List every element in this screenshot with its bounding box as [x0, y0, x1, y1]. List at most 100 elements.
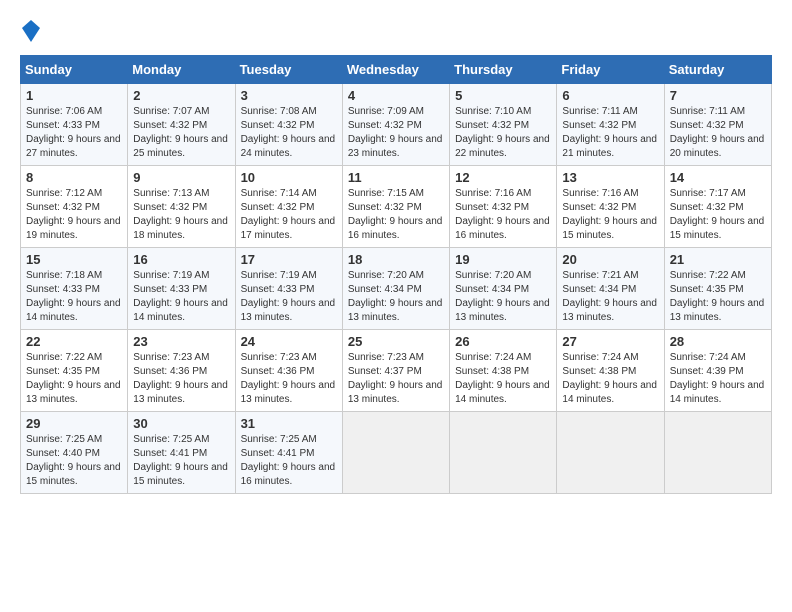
- calendar-row: 15 Sunrise: 7:18 AM Sunset: 4:33 PM Dayl…: [21, 248, 772, 330]
- calendar-cell: [342, 412, 449, 494]
- day-info: Sunrise: 7:23 AM Sunset: 4:37 PM Dayligh…: [348, 352, 443, 405]
- day-number: 7: [670, 88, 766, 103]
- calendar-cell: 28 Sunrise: 7:24 AM Sunset: 4:39 PM Dayl…: [664, 330, 771, 412]
- logo: [20, 20, 40, 47]
- calendar-header-cell: Saturday: [664, 56, 771, 84]
- day-number: 23: [133, 334, 229, 349]
- calendar-header-cell: Friday: [557, 56, 664, 84]
- day-info: Sunrise: 7:14 AM Sunset: 4:32 PM Dayligh…: [241, 188, 336, 241]
- day-number: 29: [26, 416, 122, 431]
- day-number: 15: [26, 252, 122, 267]
- day-number: 27: [562, 334, 658, 349]
- day-info: Sunrise: 7:15 AM Sunset: 4:32 PM Dayligh…: [348, 188, 443, 241]
- day-info: Sunrise: 7:17 AM Sunset: 4:32 PM Dayligh…: [670, 188, 765, 241]
- day-number: 5: [455, 88, 551, 103]
- calendar-cell: 1 Sunrise: 7:06 AM Sunset: 4:33 PM Dayli…: [21, 84, 128, 166]
- calendar-cell: 29 Sunrise: 7:25 AM Sunset: 4:40 PM Dayl…: [21, 412, 128, 494]
- day-number: 20: [562, 252, 658, 267]
- header: [20, 16, 772, 47]
- calendar-row: 1 Sunrise: 7:06 AM Sunset: 4:33 PM Dayli…: [21, 84, 772, 166]
- calendar-cell: 7 Sunrise: 7:11 AM Sunset: 4:32 PM Dayli…: [664, 84, 771, 166]
- day-info: Sunrise: 7:20 AM Sunset: 4:34 PM Dayligh…: [348, 270, 443, 323]
- day-number: 22: [26, 334, 122, 349]
- day-info: Sunrise: 7:11 AM Sunset: 4:32 PM Dayligh…: [670, 106, 765, 159]
- day-number: 26: [455, 334, 551, 349]
- calendar-cell: 30 Sunrise: 7:25 AM Sunset: 4:41 PM Dayl…: [128, 412, 235, 494]
- calendar-cell: 22 Sunrise: 7:22 AM Sunset: 4:35 PM Dayl…: [21, 330, 128, 412]
- day-info: Sunrise: 7:11 AM Sunset: 4:32 PM Dayligh…: [562, 106, 657, 159]
- calendar-cell: 17 Sunrise: 7:19 AM Sunset: 4:33 PM Dayl…: [235, 248, 342, 330]
- calendar-cell: 9 Sunrise: 7:13 AM Sunset: 4:32 PM Dayli…: [128, 166, 235, 248]
- calendar-cell: 24 Sunrise: 7:23 AM Sunset: 4:36 PM Dayl…: [235, 330, 342, 412]
- day-info: Sunrise: 7:09 AM Sunset: 4:32 PM Dayligh…: [348, 106, 443, 159]
- calendar-cell: 6 Sunrise: 7:11 AM Sunset: 4:32 PM Dayli…: [557, 84, 664, 166]
- calendar-row: 8 Sunrise: 7:12 AM Sunset: 4:32 PM Dayli…: [21, 166, 772, 248]
- calendar-cell: 25 Sunrise: 7:23 AM Sunset: 4:37 PM Dayl…: [342, 330, 449, 412]
- day-number: 30: [133, 416, 229, 431]
- calendar-cell: 27 Sunrise: 7:24 AM Sunset: 4:38 PM Dayl…: [557, 330, 664, 412]
- day-info: Sunrise: 7:23 AM Sunset: 4:36 PM Dayligh…: [133, 352, 228, 405]
- day-number: 1: [26, 88, 122, 103]
- calendar-cell: 16 Sunrise: 7:19 AM Sunset: 4:33 PM Dayl…: [128, 248, 235, 330]
- day-info: Sunrise: 7:10 AM Sunset: 4:32 PM Dayligh…: [455, 106, 550, 159]
- day-info: Sunrise: 7:21 AM Sunset: 4:34 PM Dayligh…: [562, 270, 657, 323]
- day-info: Sunrise: 7:24 AM Sunset: 4:38 PM Dayligh…: [455, 352, 550, 405]
- day-number: 12: [455, 170, 551, 185]
- day-info: Sunrise: 7:12 AM Sunset: 4:32 PM Dayligh…: [26, 188, 121, 241]
- day-number: 19: [455, 252, 551, 267]
- day-info: Sunrise: 7:16 AM Sunset: 4:32 PM Dayligh…: [562, 188, 657, 241]
- logo-icon: [22, 20, 40, 42]
- day-info: Sunrise: 7:25 AM Sunset: 4:41 PM Dayligh…: [241, 434, 336, 487]
- calendar-cell: 10 Sunrise: 7:14 AM Sunset: 4:32 PM Dayl…: [235, 166, 342, 248]
- day-number: 21: [670, 252, 766, 267]
- calendar-cell: 21 Sunrise: 7:22 AM Sunset: 4:35 PM Dayl…: [664, 248, 771, 330]
- calendar-cell: 18 Sunrise: 7:20 AM Sunset: 4:34 PM Dayl…: [342, 248, 449, 330]
- calendar-header-cell: Tuesday: [235, 56, 342, 84]
- day-info: Sunrise: 7:07 AM Sunset: 4:32 PM Dayligh…: [133, 106, 228, 159]
- day-number: 25: [348, 334, 444, 349]
- day-number: 2: [133, 88, 229, 103]
- calendar-cell: 2 Sunrise: 7:07 AM Sunset: 4:32 PM Dayli…: [128, 84, 235, 166]
- day-number: 10: [241, 170, 337, 185]
- day-info: Sunrise: 7:16 AM Sunset: 4:32 PM Dayligh…: [455, 188, 550, 241]
- calendar-cell: 8 Sunrise: 7:12 AM Sunset: 4:32 PM Dayli…: [21, 166, 128, 248]
- calendar-cell: 19 Sunrise: 7:20 AM Sunset: 4:34 PM Dayl…: [450, 248, 557, 330]
- calendar-body: 1 Sunrise: 7:06 AM Sunset: 4:33 PM Dayli…: [21, 84, 772, 494]
- day-info: Sunrise: 7:06 AM Sunset: 4:33 PM Dayligh…: [26, 106, 121, 159]
- calendar-cell: 23 Sunrise: 7:23 AM Sunset: 4:36 PM Dayl…: [128, 330, 235, 412]
- calendar-row: 29 Sunrise: 7:25 AM Sunset: 4:40 PM Dayl…: [21, 412, 772, 494]
- day-number: 17: [241, 252, 337, 267]
- day-info: Sunrise: 7:13 AM Sunset: 4:32 PM Dayligh…: [133, 188, 228, 241]
- day-number: 14: [670, 170, 766, 185]
- day-number: 3: [241, 88, 337, 103]
- calendar-header-cell: Thursday: [450, 56, 557, 84]
- day-number: 9: [133, 170, 229, 185]
- day-info: Sunrise: 7:25 AM Sunset: 4:41 PM Dayligh…: [133, 434, 228, 487]
- calendar-cell: 26 Sunrise: 7:24 AM Sunset: 4:38 PM Dayl…: [450, 330, 557, 412]
- day-number: 28: [670, 334, 766, 349]
- day-info: Sunrise: 7:24 AM Sunset: 4:38 PM Dayligh…: [562, 352, 657, 405]
- calendar-header-cell: Sunday: [21, 56, 128, 84]
- calendar-cell: [450, 412, 557, 494]
- calendar-cell: 11 Sunrise: 7:15 AM Sunset: 4:32 PM Dayl…: [342, 166, 449, 248]
- day-info: Sunrise: 7:23 AM Sunset: 4:36 PM Dayligh…: [241, 352, 336, 405]
- calendar-cell: 3 Sunrise: 7:08 AM Sunset: 4:32 PM Dayli…: [235, 84, 342, 166]
- calendar-header-cell: Monday: [128, 56, 235, 84]
- calendar-header-row: SundayMondayTuesdayWednesdayThursdayFrid…: [21, 56, 772, 84]
- calendar-cell: [664, 412, 771, 494]
- day-number: 31: [241, 416, 337, 431]
- day-number: 16: [133, 252, 229, 267]
- calendar-cell: 15 Sunrise: 7:18 AM Sunset: 4:33 PM Dayl…: [21, 248, 128, 330]
- calendar-cell: 31 Sunrise: 7:25 AM Sunset: 4:41 PM Dayl…: [235, 412, 342, 494]
- day-info: Sunrise: 7:18 AM Sunset: 4:33 PM Dayligh…: [26, 270, 121, 323]
- day-number: 8: [26, 170, 122, 185]
- day-info: Sunrise: 7:20 AM Sunset: 4:34 PM Dayligh…: [455, 270, 550, 323]
- day-info: Sunrise: 7:22 AM Sunset: 4:35 PM Dayligh…: [670, 270, 765, 323]
- day-info: Sunrise: 7:22 AM Sunset: 4:35 PM Dayligh…: [26, 352, 121, 405]
- day-number: 13: [562, 170, 658, 185]
- calendar-cell: 14 Sunrise: 7:17 AM Sunset: 4:32 PM Dayl…: [664, 166, 771, 248]
- logo-text: [20, 20, 40, 47]
- day-number: 24: [241, 334, 337, 349]
- calendar-cell: 4 Sunrise: 7:09 AM Sunset: 4:32 PM Dayli…: [342, 84, 449, 166]
- calendar-cell: 20 Sunrise: 7:21 AM Sunset: 4:34 PM Dayl…: [557, 248, 664, 330]
